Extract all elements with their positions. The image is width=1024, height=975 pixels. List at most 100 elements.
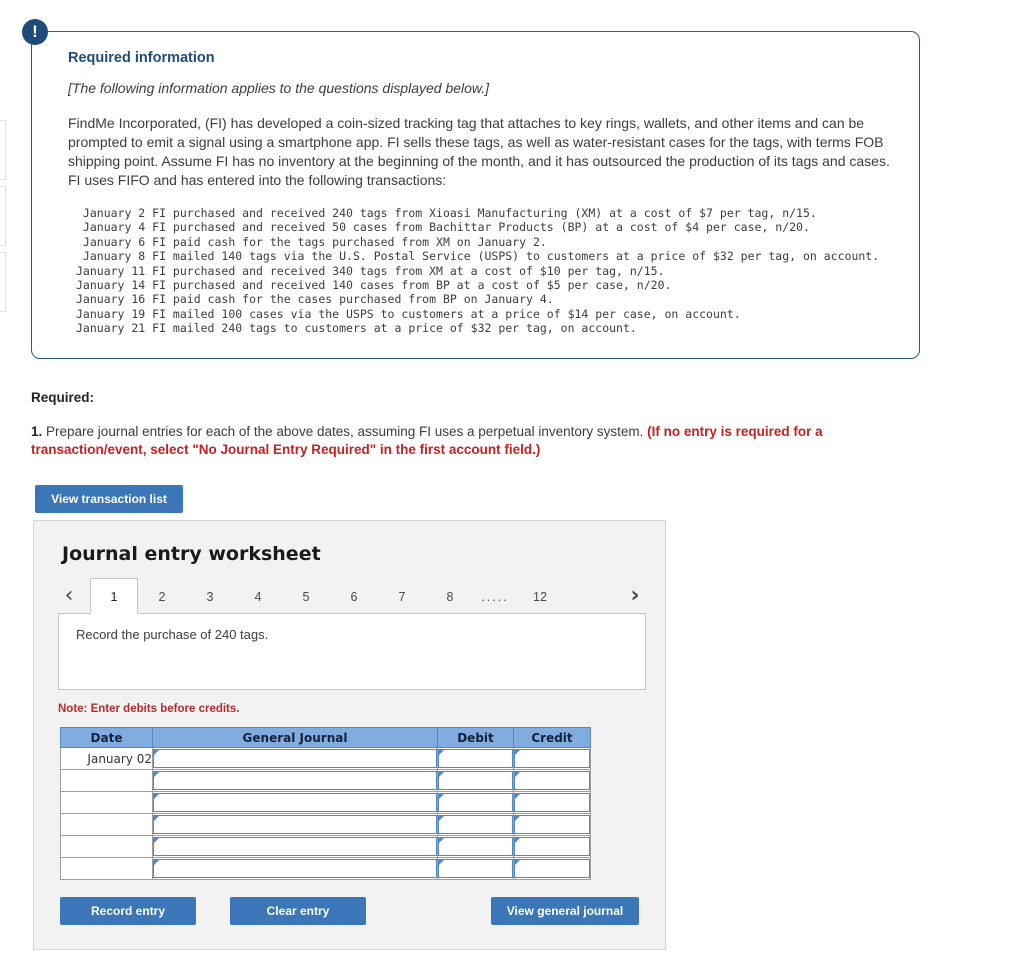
input-credit[interactable] [514,749,590,768]
cell-date[interactable] [60,791,153,814]
column-header-date: Date [60,727,153,748]
cell-general-journal-holder [152,835,438,858]
column-header-general-journal: General Journal [152,727,438,748]
cell-general-journal-holder [152,769,438,792]
required-label: Required: [31,390,95,405]
journal-entry-table: Date General Journal Debit Credit Januar… [60,727,591,880]
pager-tab-8[interactable]: 8 [426,578,474,614]
input-general-journal[interactable] [153,815,437,834]
column-header-credit: Credit [513,727,591,748]
pager-tab-5[interactable]: 5 [282,578,330,614]
input-general-journal[interactable] [153,749,437,768]
required-information-body: FindMe Incorporated, (FI) has developed … [68,115,890,188]
worksheet-prompt-text: Record the purchase of 240 tags. [76,627,269,642]
column-header-debit: Debit [437,727,514,748]
cell-debit-holder [437,791,514,814]
cell-debit-holder [437,769,514,792]
pager-tab-2[interactable]: 2 [138,578,186,614]
cell-date[interactable] [60,857,153,880]
input-general-journal[interactable] [153,859,437,878]
transaction-line: January 2 FI purchased and received 240 … [76,206,817,220]
transaction-line: January 16 FI paid cash for the cases pu… [76,292,554,307]
cell-debit-holder [437,813,514,836]
input-credit[interactable] [514,837,590,856]
transaction-line: January 8 FI mailed 140 tags via the U.S… [76,249,880,264]
requirement-number: 1. [31,424,43,439]
edge-panel-stub [0,186,6,246]
debits-before-credits-note: Note: Enter debits before credits. [58,703,240,715]
chevron-left-icon[interactable]: ‹ [58,582,80,610]
cell-credit-holder [513,857,591,880]
journal-entry-worksheet-panel: Journal entry worksheet ‹ 1 2 3 4 5 6 7 8..... 1… [33,520,666,950]
cell-general-journal-holder [152,747,438,770]
table-row: January 02 [60,747,591,770]
requirement-text: Prepare journal entries for each of the … [46,424,648,439]
input-debit[interactable] [438,749,513,768]
pager-tab-12[interactable]: 12 [516,578,564,614]
worksheet-title: Journal entry worksheet [62,543,321,565]
table-row [60,835,591,858]
table-row [60,857,591,880]
table-header-row: Date General Journal Debit Credit [60,727,591,748]
input-debit[interactable] [438,859,513,878]
transaction-list: January 2 FI purchased and received 240 … [68,206,893,336]
journal-table-body: January 02 [60,747,591,880]
required-information-subtitle: [The following information applies to th… [68,80,490,96]
input-debit[interactable] [438,815,513,834]
exclamation-icon: ! [22,19,48,45]
requirement-item-1: 1. Prepare journal entries for each of t… [31,423,926,459]
view-transaction-list-button[interactable]: View transaction list [35,485,183,513]
input-debit[interactable] [438,793,513,812]
table-row [60,791,591,814]
record-entry-button[interactable]: Record entry [60,897,196,925]
table-row [60,813,591,836]
cell-debit-holder [437,857,514,880]
transaction-line: January 6 FI paid cash for the tags purc… [76,234,547,249]
edge-panel-stub [0,252,6,312]
pager-tab-7[interactable]: 7 [378,578,426,614]
pager-tab-1[interactable]: 1 [90,578,138,614]
cell-debit-holder [437,747,514,770]
input-debit[interactable] [438,771,513,790]
transaction-line: January 19 FI mailed 100 cases via the U… [76,306,741,321]
cell-debit-holder [437,835,514,858]
transaction-line: January 11 FI purchased and received 340… [76,263,665,278]
pager-tab-3[interactable]: 3 [186,578,234,614]
view-general-journal-button[interactable]: View general journal [491,897,639,925]
required-information-card: Required information [The following info… [31,31,920,359]
table-row [60,769,591,792]
input-credit[interactable] [514,793,590,812]
cell-credit-holder [513,835,591,858]
transaction-line: January 4 FI purchased and received 50 c… [76,220,810,235]
pager-ellipsis: ..... [481,590,509,604]
transaction-line: January 21 FI mailed 240 tags to custome… [76,321,637,336]
cell-general-journal-holder [152,791,438,814]
input-credit[interactable] [514,771,590,790]
chevron-right-icon[interactable]: › [624,582,646,610]
cell-date[interactable] [60,813,153,836]
worksheet-pager: ‹ 1 2 3 4 5 6 7 8..... 12 › [58,578,646,614]
clear-entry-button[interactable]: Clear entry [230,897,366,925]
required-information-title: Required information [68,50,215,66]
pager-tab-list: 1 2 3 4 5 6 7 8..... 12 [90,578,564,614]
cell-credit-holder [513,747,591,770]
cell-date[interactable]: January 02 [60,747,153,770]
pager-tab-4[interactable]: 4 [234,578,282,614]
pager-tab-6[interactable]: 6 [330,578,378,614]
cell-credit-holder [513,791,591,814]
input-general-journal[interactable] [153,837,437,856]
cell-general-journal-holder [152,813,438,836]
worksheet-prompt-box: Record the purchase of 240 tags. [58,613,646,690]
input-credit[interactable] [514,859,590,878]
edge-panel-stub [0,120,6,180]
cell-date[interactable] [60,835,153,858]
input-debit[interactable] [438,837,513,856]
cell-general-journal-holder [152,857,438,880]
input-general-journal[interactable] [153,771,437,790]
transaction-line: January 14 FI purchased and received 140… [76,278,672,293]
cell-credit-holder [513,813,591,836]
cell-credit-holder [513,769,591,792]
input-credit[interactable] [514,815,590,834]
cell-date[interactable] [60,769,153,792]
input-general-journal[interactable] [153,793,437,812]
